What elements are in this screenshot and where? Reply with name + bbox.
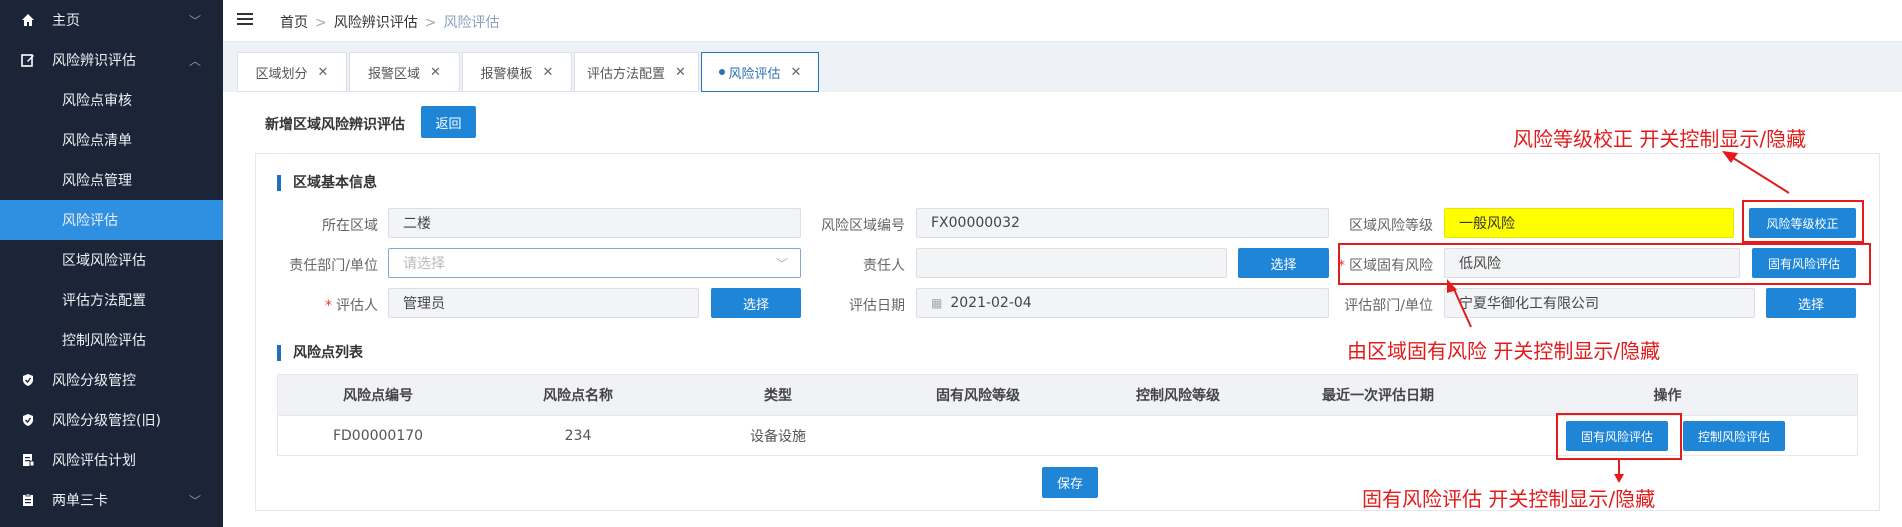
annotation-row-toggle: 固有风险评估 开关控制显示/隐藏 (1362, 487, 1656, 511)
annotation-inherent-toggle: 由区域固有风险 开关控制显示/隐藏 (1347, 339, 1661, 363)
annotation-level-toggle: 风险等级校正 开关控制显示/隐藏 (1513, 127, 1807, 151)
annotation-arrows (1447, 151, 1790, 483)
